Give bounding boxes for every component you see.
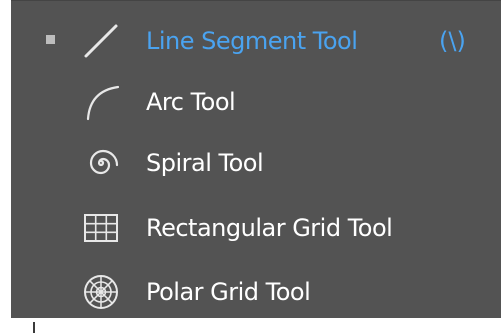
rectangular-grid-icon	[80, 207, 122, 249]
menu-item-rectangular-grid-tool[interactable]: Rectangular Grid Tool	[11, 199, 501, 257]
line-segment-icon	[80, 20, 122, 62]
menu-item-label: Polar Grid Tool	[146, 278, 311, 306]
menu-item-label: Arc Tool	[146, 88, 236, 116]
arc-icon	[80, 81, 122, 123]
menu-item-line-segment-tool[interactable]: Line Segment Tool (\)	[11, 12, 501, 70]
active-tool-indicator	[46, 35, 55, 44]
menu-item-arc-tool[interactable]: Arc Tool	[11, 73, 501, 131]
menu-item-label: Spiral Tool	[146, 149, 264, 177]
menu-item-spiral-tool[interactable]: Spiral Tool	[11, 134, 501, 192]
tool-flyout-menu: Line Segment Tool (\) Arc Tool Spiral To…	[11, 0, 501, 318]
keyboard-shortcut: (\)	[439, 27, 466, 55]
menu-item-label: Rectangular Grid Tool	[146, 214, 393, 242]
canvas-edge	[33, 318, 501, 333]
canvas-edge-tick	[33, 322, 35, 333]
menu-item-polar-grid-tool[interactable]: Polar Grid Tool	[11, 263, 501, 321]
menu-item-label: Line Segment Tool	[146, 27, 358, 55]
spiral-icon	[80, 142, 122, 184]
polar-grid-icon	[80, 271, 122, 313]
